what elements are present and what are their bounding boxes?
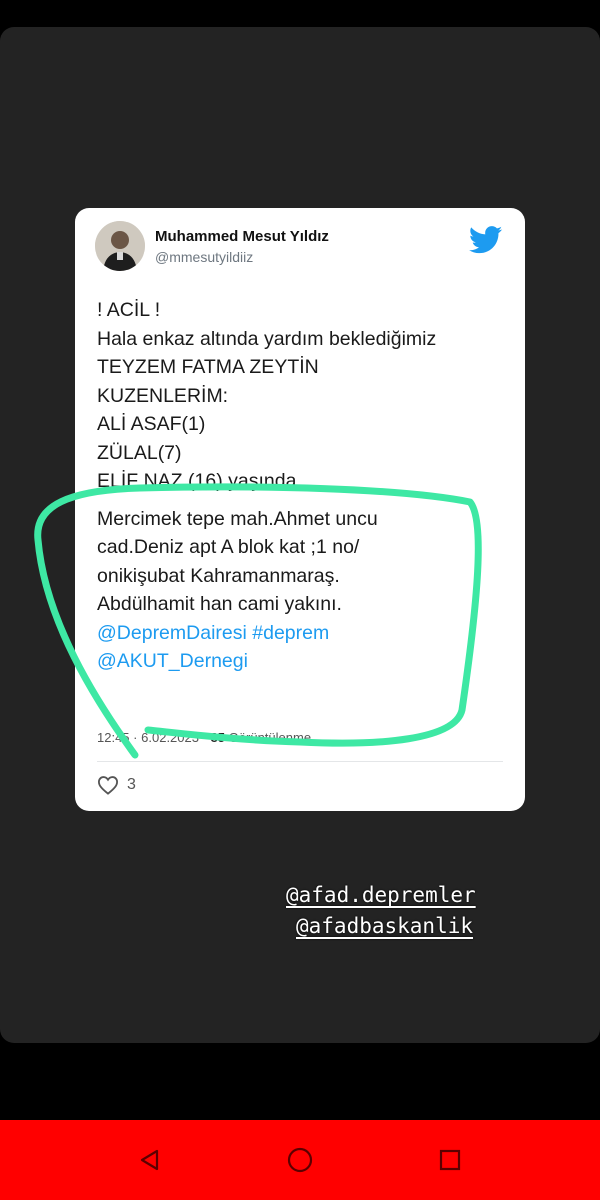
back-button[interactable] <box>110 1120 190 1200</box>
tweet-body: ! ACİL ! Hala enkaz altında yardım bekle… <box>97 296 517 676</box>
tweet-date: 6.02.2023 <box>141 730 199 745</box>
tweet-line: Mercimek tepe mah.Ahmet uncu <box>97 507 378 530</box>
recents-button[interactable] <box>410 1120 490 1200</box>
tweet-line: Abdülhamit han cami yakını. <box>97 593 342 615</box>
twitter-bird-icon <box>469 226 503 254</box>
meta-separator: · <box>202 730 207 745</box>
like-count: 3 <box>127 776 136 793</box>
recents-square-icon <box>439 1149 461 1171</box>
tweet-line: Hala enkaz altında yardım beklediğimiz <box>97 327 437 350</box>
back-triangle-icon <box>140 1149 159 1171</box>
mention-hashtag-link[interactable]: @DepremDairesi #deprem <box>97 619 517 648</box>
tweet-card: Muhammed Mesut Yıldız @mmesutyildiiz ! A… <box>75 208 525 811</box>
divider <box>97 761 503 762</box>
tweet-line: KUZENLERİM: <box>97 384 229 407</box>
mention-link[interactable]: @AKUT_Dernegi <box>97 647 517 676</box>
tweet-line: ALİ ASAF(1) <box>97 413 206 435</box>
view-label: Görüntülenme <box>228 730 312 745</box>
like-button[interactable]: 3 <box>97 775 136 795</box>
author-name[interactable]: Muhammed Mesut Yıldız <box>155 228 329 245</box>
avatar <box>95 221 145 271</box>
tweet-line: ZÜLAL(7) <box>97 441 182 464</box>
system-nav-bar <box>0 1120 600 1200</box>
tweet-line: TEYZEM FATMA ZEYTİN <box>97 356 319 378</box>
home-button[interactable] <box>260 1120 340 1200</box>
tweet-time: 12:45 <box>97 730 130 745</box>
tweet-line: cad.Deniz apt A blok kat ;1 no/ <box>97 536 360 558</box>
home-circle-icon <box>287 1147 313 1173</box>
story-mention-tag[interactable]: @afadbaskanlik <box>296 914 473 938</box>
tweet-line: onikişubat Kahramanmaraş. <box>97 564 340 587</box>
tweet-line: ! ACİL ! <box>97 299 161 321</box>
view-count: 85 <box>210 730 226 745</box>
heart-icon <box>97 776 119 795</box>
author-handle[interactable]: @mmesutyildiiz <box>155 249 253 265</box>
tweet-line: ELİF NAZ (16) yaşında <box>97 470 297 492</box>
meta-separator: · <box>133 730 138 745</box>
tweet-meta: 12:45 · 6.02.2023 · 85 Görüntülenme <box>97 730 311 745</box>
story-mention-tag[interactable]: @afad.depremler <box>286 883 476 907</box>
